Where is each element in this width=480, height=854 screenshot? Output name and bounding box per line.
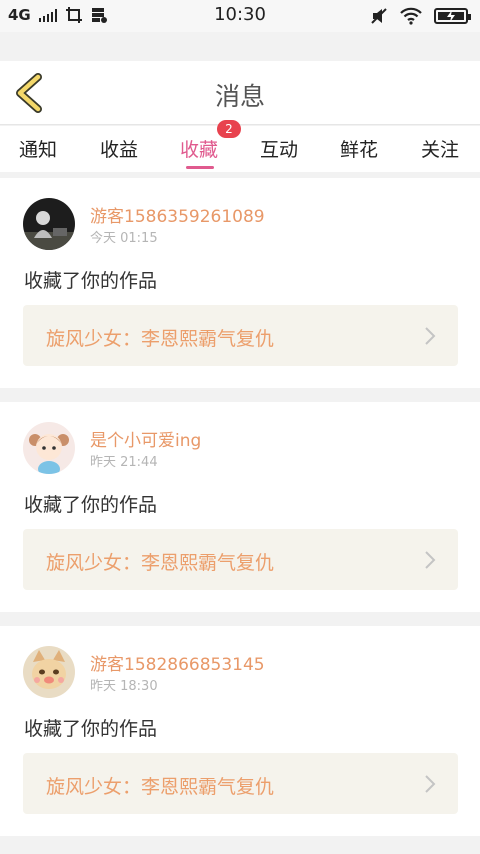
username[interactable]: 游客1582866853145	[90, 650, 265, 675]
message-time: 昨天 18:30	[90, 679, 158, 694]
action-text: 收藏了你的作品	[24, 494, 158, 516]
tab-earnings[interactable]: 收益	[100, 135, 138, 162]
work-link[interactable]: 旋风少女：李恩熙霸气复仇	[23, 753, 458, 814]
work-title: 旋风少女：李恩熙霸气复仇	[46, 552, 275, 574]
message-time: 昨天 21:44	[90, 455, 158, 470]
work-title: 旋风少女：李恩熙霸气复仇	[46, 776, 275, 798]
tab-bar: 通知 收益 收藏 2 互动 鲜花 关注	[0, 120, 480, 172]
chevron-right-icon	[425, 327, 436, 345]
battery-icon	[434, 8, 471, 24]
username[interactable]: 是个小可爱ing	[90, 426, 201, 451]
favorites-count-badge: 2	[217, 120, 241, 138]
page-title: 消息	[214, 82, 265, 111]
message-time: 今天 01:15	[90, 231, 158, 246]
action-text: 收藏了你的作品	[24, 270, 158, 292]
header-bar: 消息	[0, 61, 480, 125]
user-avatar[interactable]	[23, 198, 75, 250]
message-card: 是个小可爱ing 昨天 21:44 收藏了你的作品 旋风少女：李恩熙霸气复仇	[0, 402, 480, 612]
tab-favorites[interactable]: 收藏	[180, 135, 218, 162]
tab-notifications[interactable]: 通知	[19, 135, 57, 162]
work-link[interactable]: 旋风少女：李恩熙霸气复仇	[23, 305, 458, 366]
chevron-right-icon	[425, 775, 436, 793]
wifi-icon	[400, 7, 422, 25]
message-card: 游客1582866853145 昨天 18:30 收藏了你的作品 旋风少女：李恩…	[0, 626, 480, 836]
action-text: 收藏了你的作品	[24, 718, 158, 740]
work-title: 旋风少女：李恩熙霸气复仇	[46, 328, 275, 350]
user-avatar[interactable]	[23, 646, 75, 698]
work-link[interactable]: 旋风少女：李恩熙霸气复仇	[23, 529, 458, 590]
username[interactable]: 游客1586359261089	[90, 202, 265, 227]
message-card: 游客1586359261089 今天 01:15 收藏了你的作品 旋风少女：李恩…	[0, 178, 480, 388]
tab-flowers[interactable]: 鲜花	[340, 135, 378, 162]
tab-interactions[interactable]: 互动	[260, 135, 298, 162]
mute-icon	[371, 8, 387, 24]
active-tab-indicator	[186, 166, 214, 169]
tab-follows[interactable]: 关注	[421, 135, 459, 162]
status-bar: 4G 10:30	[0, 0, 480, 32]
chevron-right-icon	[425, 551, 436, 569]
status-right	[370, 7, 471, 25]
user-avatar[interactable]	[23, 422, 75, 474]
